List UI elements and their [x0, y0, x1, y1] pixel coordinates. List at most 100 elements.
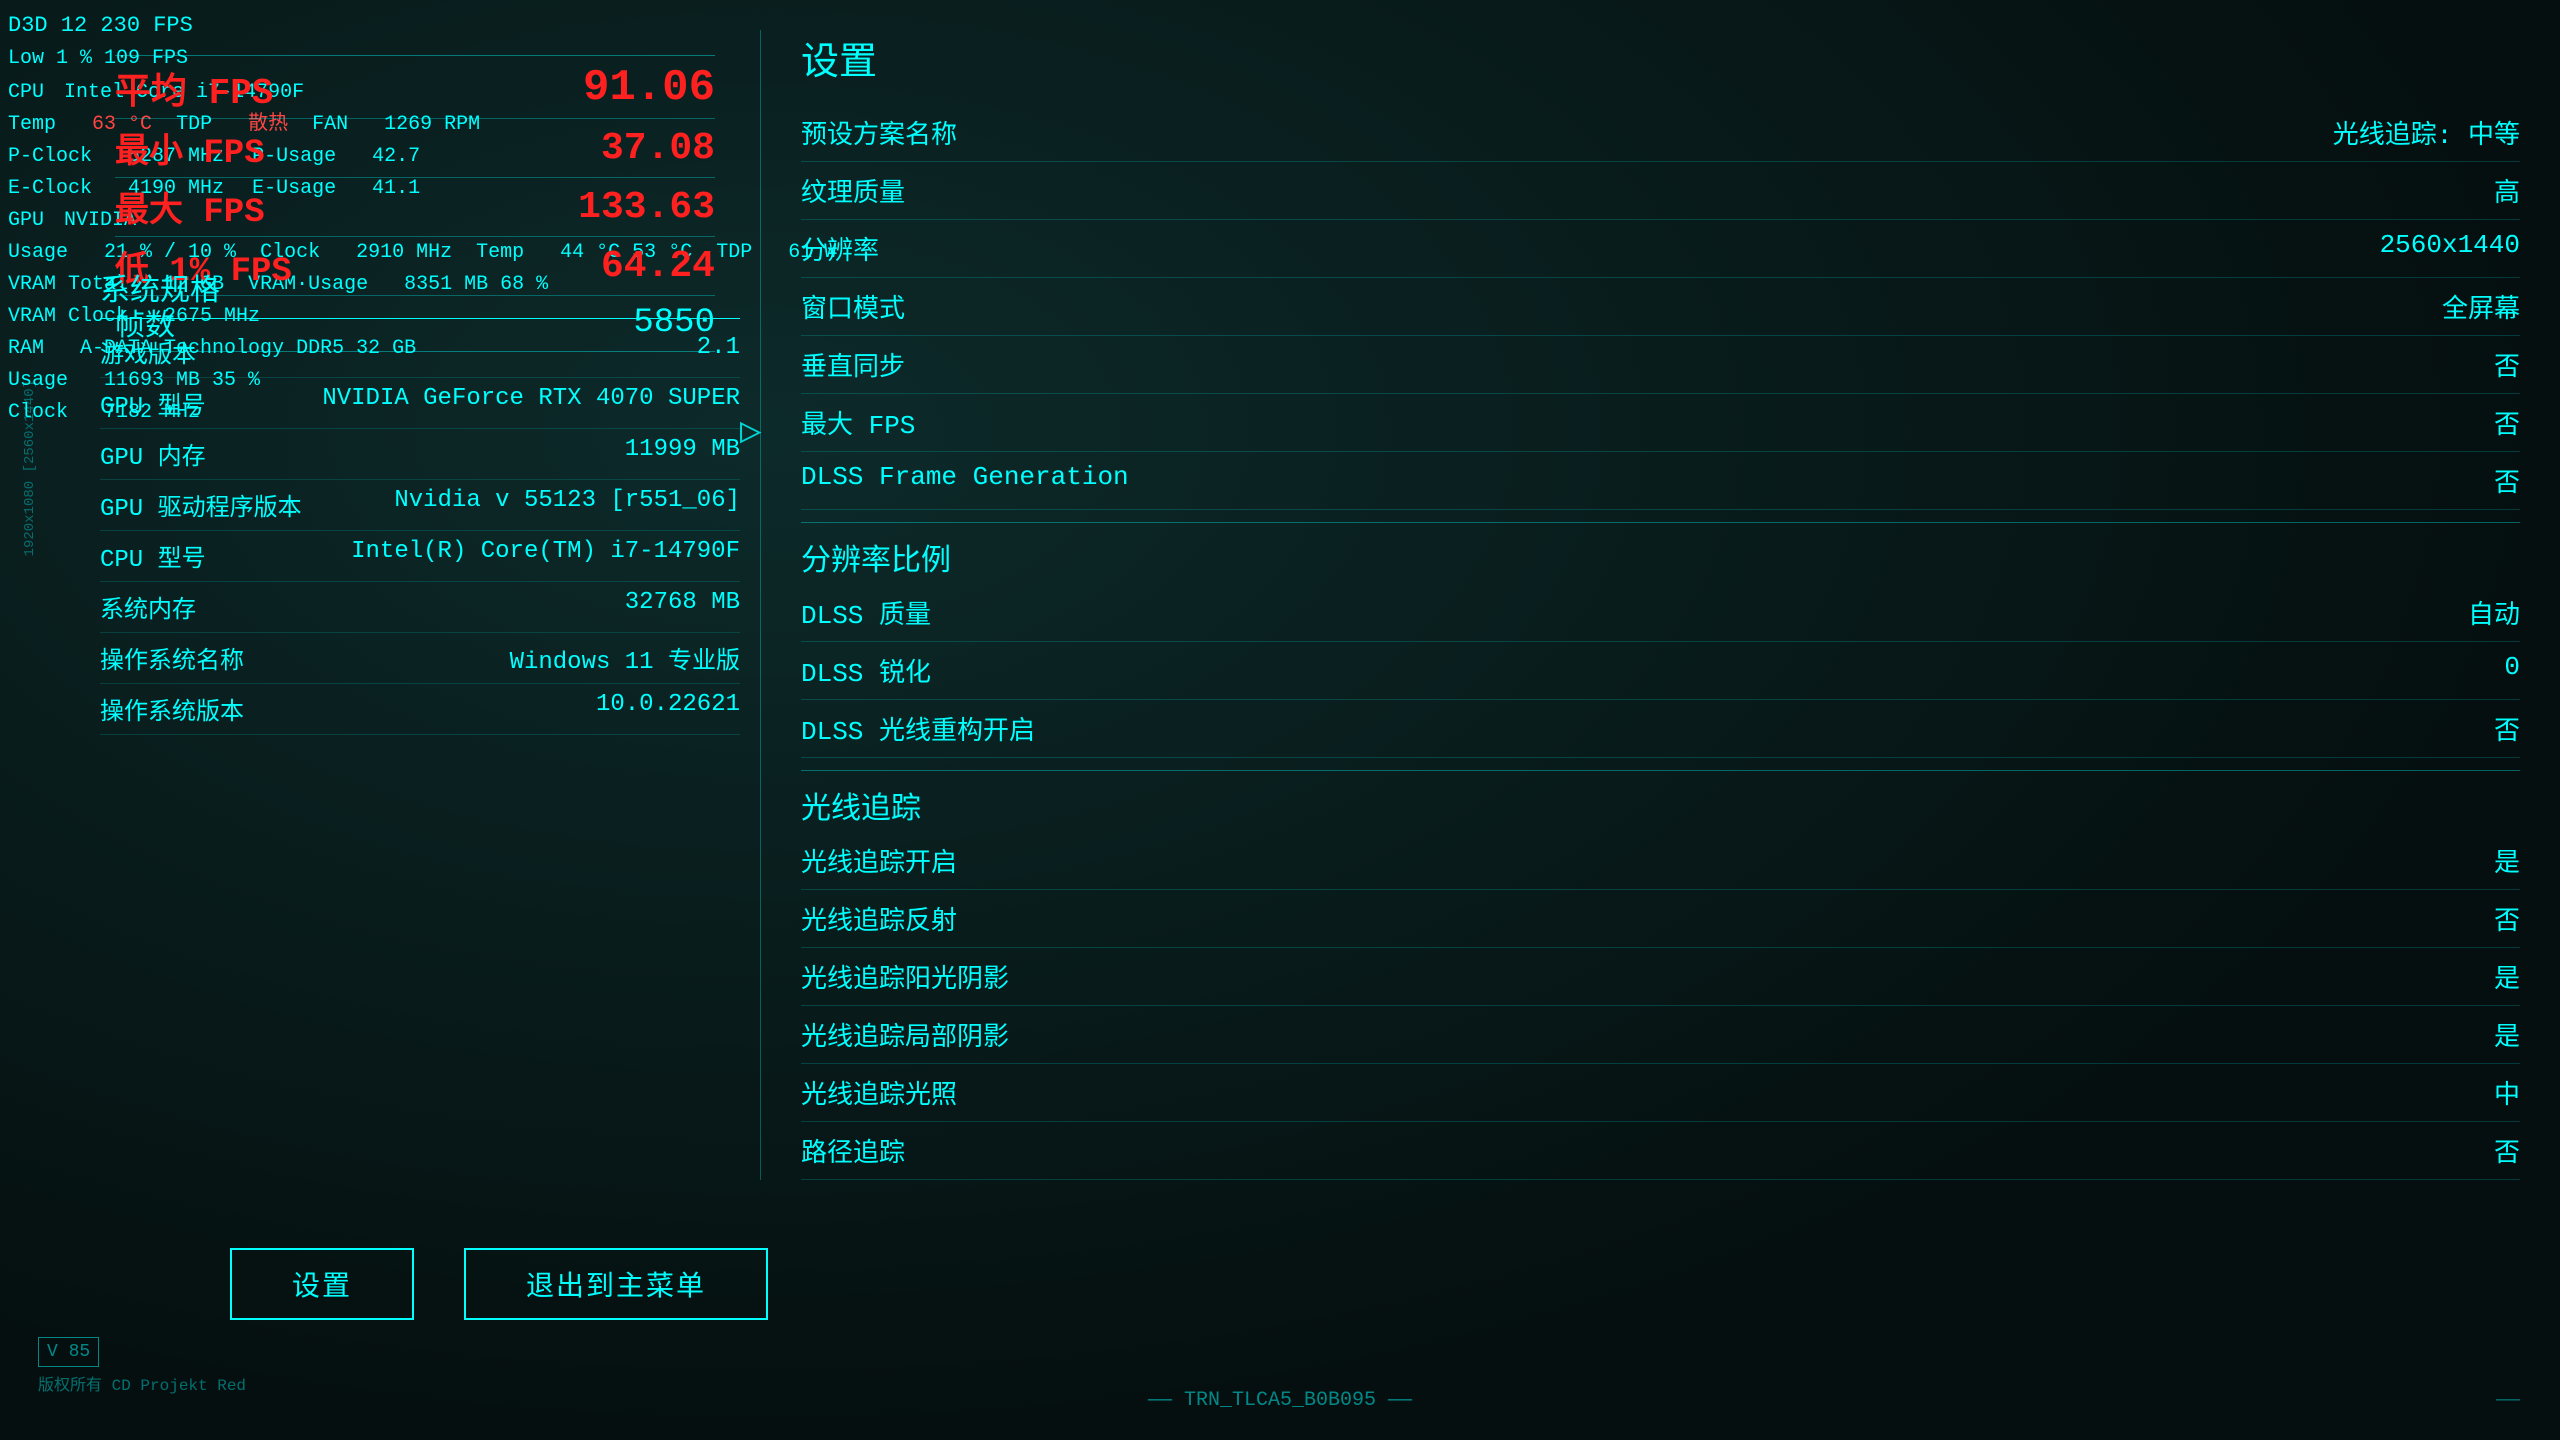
settings-row: 光线追踪开启 是 [801, 832, 2520, 890]
spec-label: GPU 内存 [100, 436, 206, 472]
settings-row: 光线追踪阳光阴影 是 [801, 948, 2520, 1006]
settings-row-label: 窗口模式 [801, 288, 905, 325]
ray-tracing-title: 光线追踪 [801, 775, 2520, 832]
settings-row-label: 光线追踪局部阴影 [801, 1016, 1009, 1053]
settings-row-label: 光线追踪阳光阴影 [801, 958, 1009, 995]
settings-rt-rows: 光线追踪开启是光线追踪反射否光线追踪阳光阴影是光线追踪局部阴影是光线追踪光照中路… [801, 832, 2520, 1180]
settings-row-label: 最大 FPS [801, 404, 915, 441]
settings-panel: 设置 预设方案名称 光线追踪: 中等纹理质量 高分辨率 2560x1440 窗口模式 全屏… [760, 30, 2520, 1180]
bottom-right-text: —— [2496, 1389, 2520, 1412]
spec-row: 游戏版本 2.1 [100, 327, 740, 378]
spec-row: 操作系统版本 10.0.22621 [100, 684, 740, 735]
spec-value: 11999 MB [625, 436, 740, 472]
settings-row-value: 否 [2494, 346, 2520, 383]
settings-row-value: 是 [2494, 1016, 2520, 1053]
settings-row-label: 路径追踪 [801, 1132, 905, 1169]
fps-max-value: 133.63 [578, 186, 715, 229]
resolution-ratio-title: 分辨率比例 [801, 527, 2520, 584]
settings-row-label: DLSS 光线重构开启 [801, 710, 1035, 747]
settings-row-value: 否 [2494, 900, 2520, 937]
fps-max-label: 最大 FPS [115, 182, 265, 232]
spec-label: CPU 型号 [100, 538, 206, 574]
version-text: 版权所有 CD Projekt Red [38, 1371, 246, 1395]
spec-label: 操作系统版本 [100, 691, 244, 727]
settings-row: 垂直同步 否 [801, 336, 2520, 394]
spec-value: NVIDIA GeForce RTX 4070 SUPER [322, 385, 740, 421]
version-label: V 85 [38, 1337, 99, 1367]
settings-row: 窗口模式 全屏幕 [801, 278, 2520, 336]
fps-min-value: 37.08 [601, 127, 715, 170]
specs-rows: 游戏版本 2.1 GPU 型号 NVIDIA GeForce RTX 4070 SUP… [100, 327, 740, 735]
fps-avg-value: 91.06 [583, 63, 715, 113]
settings-row: 最大 FPS 否 [801, 394, 2520, 452]
settings-row-value: 是 [2494, 958, 2520, 995]
settings-row-label: 光线追踪反射 [801, 900, 957, 937]
settings-row-label: DLSS 锐化 [801, 652, 931, 689]
settings-row-value: 2560x1440 [2380, 230, 2520, 267]
spec-value: Intel(R) Core(TM) i7-14790F [351, 538, 740, 574]
settings-row-value: 0 [2504, 652, 2520, 689]
spec-value: 10.0.22621 [596, 691, 740, 727]
spec-label: 游戏版本 [100, 334, 196, 370]
settings-row-value: 光线追踪: 中等 [2333, 114, 2520, 151]
spec-value: Windows 11 专业版 [510, 640, 740, 676]
settings-row: 纹理质量 高 [801, 162, 2520, 220]
fps-avg-row: 平均 FPS 91.06 [115, 60, 715, 116]
bottom-center-text: —— TRN_TLCA5_B0B095 —— [1148, 1389, 1412, 1412]
specs-section: 系统规格 游戏版本 2.1 GPU 型号 NVIDIA GeForce RTX 407… [100, 265, 740, 735]
settings-ratio-rows: DLSS 质量 自动 DLSS 锐化 0 DLSS 光线重构开启 否 [801, 584, 2520, 758]
settings-row: DLSS 质量 自动 [801, 584, 2520, 642]
settings-row: DLSS 锐化 0 [801, 642, 2520, 700]
settings-row-label: DLSS 质量 [801, 594, 931, 631]
spec-row: GPU 驱动程序版本 Nvidia v 55123 [r551_06] [100, 480, 740, 531]
settings-row-label: 光线追踪光照 [801, 1074, 957, 1111]
spec-label: 系统内存 [100, 589, 196, 625]
settings-row-label: 纹理质量 [801, 172, 905, 209]
settings-row: 预设方案名称 光线追踪: 中等 [801, 104, 2520, 162]
settings-row-value: 中 [2494, 1074, 2520, 1111]
settings-row-label: DLSS Frame Generation [801, 462, 1129, 499]
settings-row-value: 否 [2494, 710, 2520, 747]
d3d-line: D3D 12 230 FPS [8, 8, 836, 43]
settings-row-value: 自动 [2468, 594, 2520, 631]
settings-row: DLSS Frame Generation 否 [801, 452, 2520, 510]
settings-row-value: 是 [2494, 842, 2520, 879]
settings-row: 光线追踪局部阴影 是 [801, 1006, 2520, 1064]
fps-avg-label: 平均 FPS [115, 62, 273, 114]
fps-max-row: 最大 FPS 133.63 [115, 180, 715, 234]
buttons-row: 设置 退出到主菜单 [230, 1248, 768, 1320]
spec-row: CPU 型号 Intel(R) Core(TM) i7-14790F [100, 531, 740, 582]
spec-label: GPU 驱动程序版本 [100, 487, 302, 523]
settings-row-value: 全屏幕 [2442, 288, 2520, 325]
settings-row-value: 否 [2494, 462, 2520, 499]
spec-row: GPU 内存 11999 MB [100, 429, 740, 480]
settings-button[interactable]: 设置 [230, 1248, 414, 1320]
spec-row: 系统内存 32768 MB [100, 582, 740, 633]
settings-row: 光线追踪光照 中 [801, 1064, 2520, 1122]
settings-row-value: 否 [2494, 404, 2520, 441]
settings-row-value: 高 [2494, 172, 2520, 209]
cursor-arrow: ▷ [740, 410, 762, 453]
version-badge: V 85 版权所有 CD Projekt Red [38, 1337, 246, 1395]
settings-row-label: 垂直同步 [801, 346, 905, 383]
settings-title: 设置 [801, 30, 2520, 86]
settings-row: 分辨率 2560x1440 [801, 220, 2520, 278]
settings-row-label: 分辨率 [801, 230, 879, 267]
settings-row: 光线追踪反射 否 [801, 890, 2520, 948]
spec-value: 2.1 [697, 334, 740, 370]
settings-row: 路径追踪 否 [801, 1122, 2520, 1180]
spec-value: Nvidia v 55123 [r551_06] [394, 487, 740, 523]
specs-title: 系统规格 [100, 265, 740, 319]
spec-label: GPU 型号 [100, 385, 206, 421]
settings-row-label: 预设方案名称 [801, 114, 957, 151]
fps-min-label: 最小 FPS [115, 123, 265, 173]
spec-row: GPU 型号 NVIDIA GeForce RTX 4070 SUPER [100, 378, 740, 429]
settings-main-rows: 预设方案名称 光线追踪: 中等纹理质量 高分辨率 2560x1440 窗口模式 全屏幕垂直… [801, 104, 2520, 510]
spec-label: 操作系统名称 [100, 640, 244, 676]
exit-button[interactable]: 退出到主菜单 [464, 1248, 768, 1320]
fps-min-row: 最小 FPS 37.08 [115, 121, 715, 175]
spec-value: 32768 MB [625, 589, 740, 625]
settings-row: DLSS 光线重构开启 否 [801, 700, 2520, 758]
settings-row-label: 光线追踪开启 [801, 842, 957, 879]
settings-row-value: 否 [2494, 1132, 2520, 1169]
